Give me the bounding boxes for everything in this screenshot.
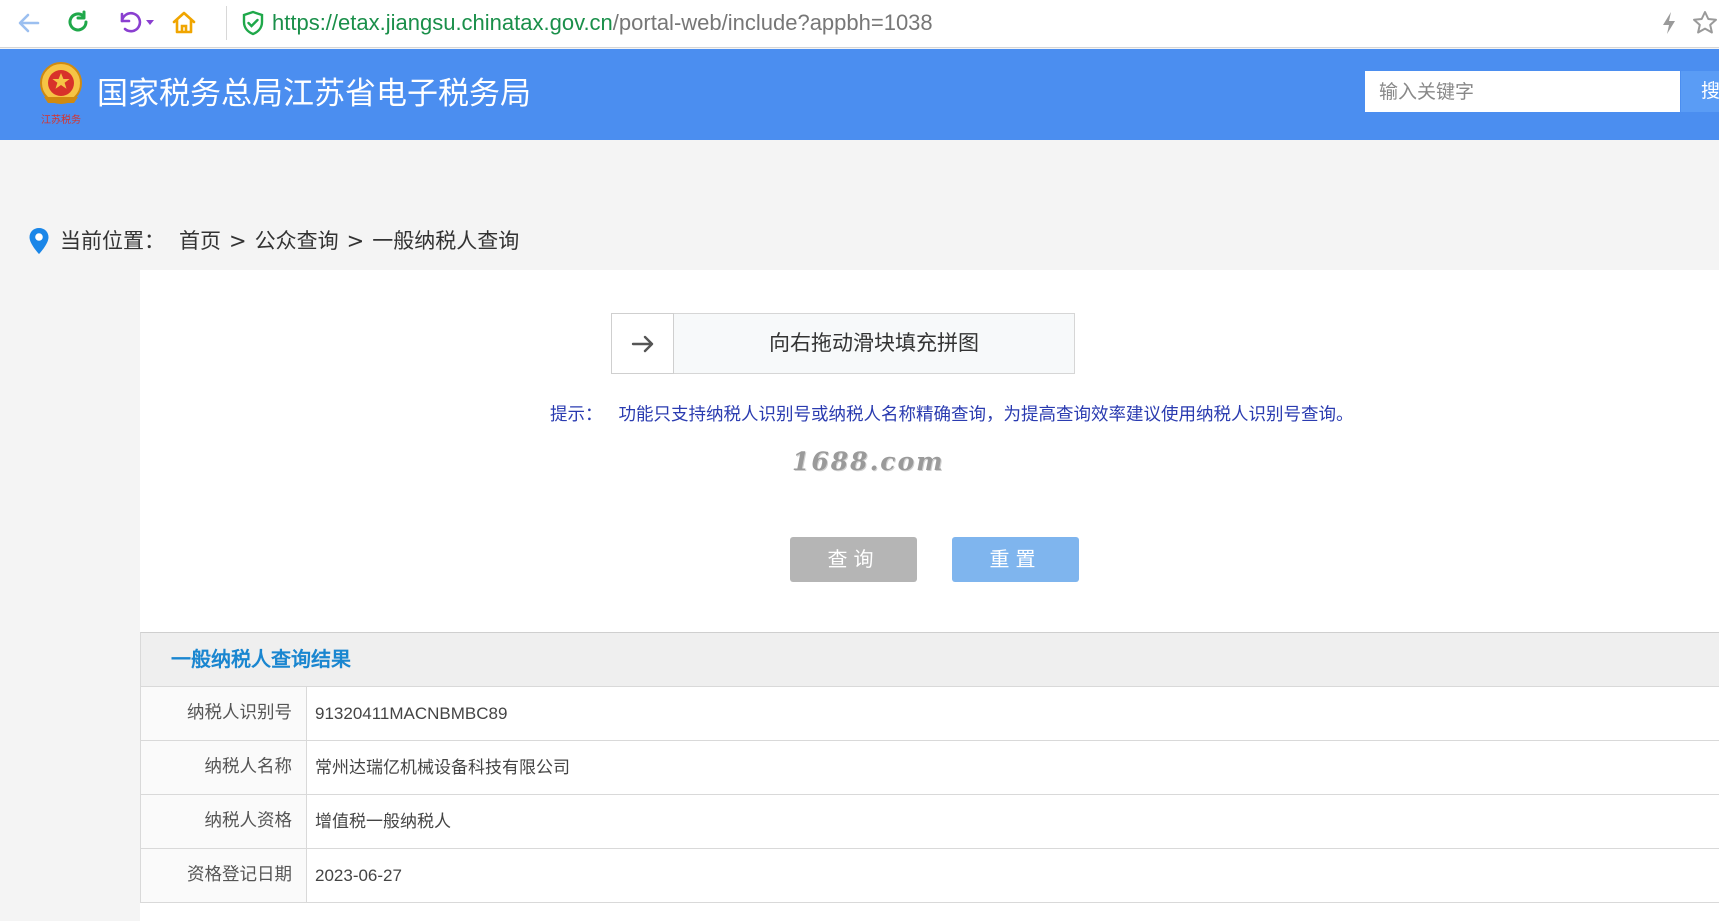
breadcrumb: 当前位置： 首页 > 公众查询 > 一般纳税人查询 bbox=[28, 223, 519, 259]
toolbar-divider bbox=[226, 6, 227, 40]
bookmark-button[interactable] bbox=[1688, 6, 1719, 40]
url-host: https://etax.jiangsu.chinatax.gov.cn bbox=[272, 10, 613, 35]
query-button[interactable]: 查询 bbox=[790, 537, 917, 582]
reload-button[interactable] bbox=[61, 6, 95, 40]
arrow-right-icon bbox=[631, 335, 653, 352]
table-row: 纳税人名称 常州达瑞亿机械设备科技有限公司 bbox=[141, 741, 1719, 795]
site-title: 国家税务总局江苏省电子税务局 bbox=[97, 76, 531, 112]
tip-text: 功能只支持纳税人识别号或纳税人名称精确查询，为提高查询效率建议使用纳税人识别号查… bbox=[618, 405, 1354, 425]
url-path: /portal-web/include?appbh=1038 bbox=[612, 10, 933, 35]
query-tip: 提示： 功能只支持纳税人识别号或纳税人名称精确查询，为提高查询效率建议使用纳税人识… bbox=[550, 400, 1354, 430]
table-row: 纳税人资格 增值税一般纳税人 bbox=[141, 795, 1719, 849]
undo-icon bbox=[120, 11, 142, 33]
undo-button[interactable] bbox=[112, 6, 146, 40]
speed-mode-button[interactable] bbox=[1652, 6, 1686, 40]
breadcrumb-public-query-link[interactable]: 公众查询 bbox=[255, 223, 339, 259]
row-label: 纳税人识别号 bbox=[141, 687, 307, 740]
reset-button[interactable]: 重置 bbox=[952, 537, 1079, 582]
search-button[interactable]: 搜 bbox=[1681, 71, 1719, 112]
row-label: 纳税人资格 bbox=[141, 795, 307, 848]
breadcrumb-separator: > bbox=[346, 229, 365, 253]
undo-menu-button[interactable] bbox=[142, 6, 158, 40]
breadcrumb-separator: > bbox=[229, 229, 247, 253]
tip-label: 提示： bbox=[550, 405, 603, 425]
home-button[interactable] bbox=[167, 6, 201, 40]
row-label: 资格登记日期 bbox=[141, 849, 307, 902]
row-value: 2023-06-27 bbox=[315, 866, 402, 885]
result-table: 一般纳税人查询结果 纳税人识别号 91320411MACNBMBC89 纳税人名… bbox=[140, 632, 1719, 903]
home-icon bbox=[172, 11, 196, 34]
browser-toolbar: https://etax.jiangsu.chinatax.gov.cn/por… bbox=[0, 0, 1719, 48]
breadcrumb-current: 一般纳税人查询 bbox=[372, 229, 520, 253]
slider-instruction: 向右拖动滑块填充拼图 bbox=[769, 331, 979, 355]
row-value: 增值税一般纳税人 bbox=[315, 812, 451, 831]
emblem-caption: 江苏税务 bbox=[41, 113, 81, 126]
watermark: 1688.com bbox=[792, 447, 945, 476]
arrow-left-icon bbox=[18, 13, 40, 33]
row-value: 91320411MACNBMBC89 bbox=[315, 704, 508, 723]
security-shield[interactable] bbox=[236, 6, 270, 40]
table-row: 资格登记日期 2023-06-27 bbox=[141, 849, 1719, 903]
shield-check-icon bbox=[242, 10, 264, 36]
result-title: 一般纳税人查询结果 bbox=[141, 633, 1719, 687]
caret-down-icon bbox=[146, 20, 154, 25]
query-panel: 向右拖动滑块填充拼图 提示： 功能只支持纳税人识别号或纳税人名称精确查询，为提高查… bbox=[140, 270, 1719, 921]
search-input[interactable] bbox=[1365, 71, 1680, 112]
slider-handle[interactable] bbox=[611, 313, 674, 374]
tax-emblem-icon: 江苏税务 bbox=[40, 62, 82, 126]
reload-icon bbox=[68, 10, 88, 32]
slider-captcha[interactable]: 向右拖动滑块填充拼图 bbox=[611, 313, 1075, 374]
back-button[interactable] bbox=[12, 6, 46, 40]
table-row: 纳税人识别号 91320411MACNBMBC89 bbox=[141, 687, 1719, 741]
row-value: 常州达瑞亿机械设备科技有限公司 bbox=[315, 758, 570, 777]
address-bar[interactable]: https://etax.jiangsu.chinatax.gov.cn/por… bbox=[272, 6, 933, 40]
location-pin-icon bbox=[29, 228, 49, 254]
star-icon bbox=[1693, 11, 1717, 34]
breadcrumb-label: 当前位置： bbox=[60, 229, 165, 253]
breadcrumb-home-link[interactable]: 首页 bbox=[179, 223, 221, 259]
row-label: 纳税人名称 bbox=[141, 741, 307, 794]
lightning-icon bbox=[1663, 12, 1675, 34]
